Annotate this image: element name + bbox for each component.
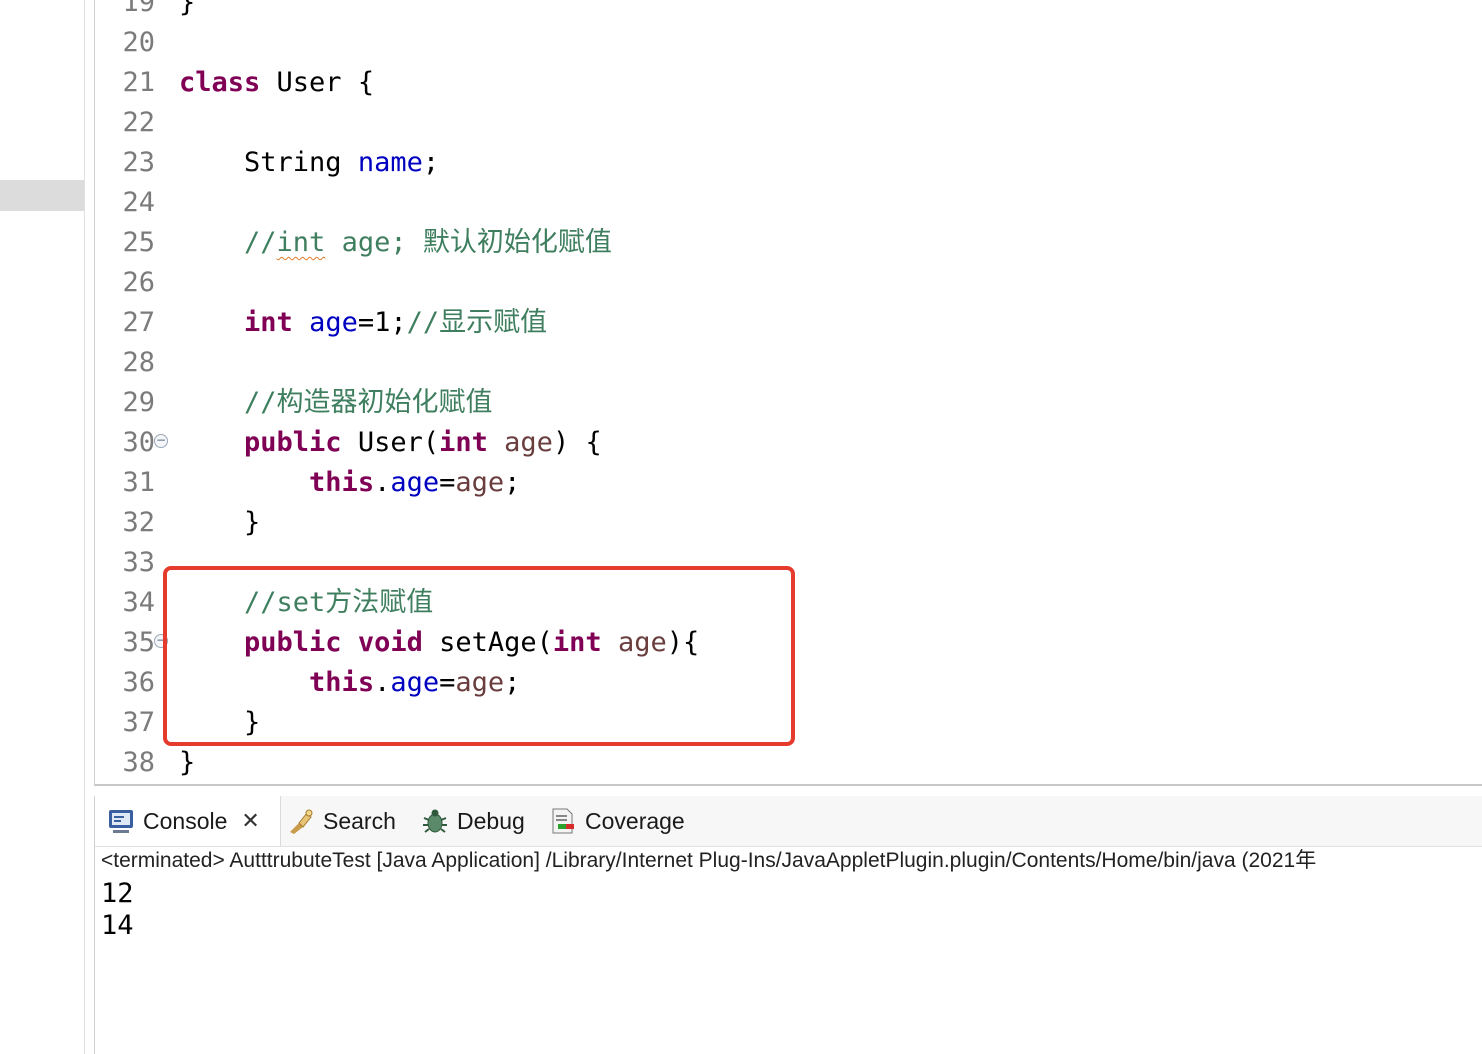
code-token: age [455,467,505,498]
code-token: } [179,747,196,778]
fold-collapse-icon[interactable]: − [154,434,168,448]
line-number: 29 [122,387,155,418]
line-number: 26 [122,267,155,298]
line-number: 31 [122,467,155,498]
code-token: name [357,147,423,178]
console-status-line: <terminated> AutttrubuteTest [Java Appli… [101,849,1317,872]
code-token: ; [422,147,440,178]
code-token: this [309,467,375,498]
line-number: 21 [122,67,155,98]
selected-tree-row[interactable] [0,180,84,211]
line-number: 32 [122,507,155,538]
code-text: //构造器初始化赋值 [179,383,493,423]
package-explorer-panel [0,0,85,1054]
tab-coverage[interactable]: Coverage [549,796,685,846]
code-text: public User(int age) { [179,423,602,463]
code-line[interactable]: 20 [95,23,1482,63]
code-text: //int age; 默认初始化赋值 [179,223,612,263]
code-token: age [309,307,358,338]
close-icon[interactable]: ✕ [241,808,259,834]
line-number: 28 [122,347,155,378]
line-number: 19 [122,0,155,18]
code-text: } [179,743,195,783]
code-text: } [179,0,195,23]
code-text: String name; [179,143,439,183]
search-icon [287,807,315,835]
line-number: 38 [122,747,155,778]
code-line[interactable]: 24 [95,183,1482,223]
line-number: 30 [122,427,155,458]
code-token: int [244,307,293,338]
code-line[interactable]: 32 } [95,503,1482,543]
code-line[interactable]: 28 [95,343,1482,383]
line-number: 25 [122,227,155,258]
console-view: Console ✕ Search Debug Coverage <termina… [94,796,1482,1054]
code-line[interactable]: 27 int age=1;//显示赋值 [95,303,1482,343]
code-token: int [439,427,488,458]
line-number: 34 [122,587,155,618]
code-line[interactable]: 22 [95,103,1482,143]
code-line[interactable]: 31 this.age=age; [95,463,1482,503]
highlight-annotation-box [163,566,795,746]
line-number: 23 [122,147,155,178]
code-token: . [374,467,391,498]
code-line[interactable]: 26 [95,263,1482,303]
code-token: ) { [552,427,602,458]
code-text: } [179,503,260,543]
tab-search[interactable]: Search [287,796,396,846]
code-token: //显示赋值 [406,307,548,338]
code-line[interactable]: 29 //构造器初始化赋值 [95,383,1482,423]
code-line[interactable]: 30− public User(int age) { [95,423,1482,463]
tab-debug-label: Debug [457,807,525,834]
code-text: class User { [179,63,374,103]
code-token: User( [341,427,440,458]
line-number: 27 [122,307,155,338]
code-token: age [504,427,553,458]
view-tab-bar: Console ✕ Search Debug Coverage [95,796,1482,847]
code-token: int [276,227,326,258]
code-line[interactable]: 21 class User { [95,63,1482,103]
tab-coverage-label: Coverage [585,807,685,834]
line-number: 33 [122,547,155,578]
line-number: 24 [122,187,155,218]
code-token: ; [504,467,521,498]
code-token: // [179,227,277,258]
code-text: int age=1;//显示赋值 [179,303,547,343]
code-token: = [439,467,456,498]
code-token: String [179,147,358,178]
console-icon [107,807,135,835]
console-output-line: 12 [101,878,134,909]
code-token: class [179,67,261,98]
code-token: //构造器初始化赋值 [179,387,493,418]
code-token: } [179,507,261,538]
line-number: 36 [122,667,155,698]
tab-debug[interactable]: Debug [421,796,525,846]
code-token: User { [260,67,375,98]
code-token: } [179,0,196,18]
code-token: age; 默认初始化赋值 [325,227,612,258]
code-line[interactable]: 25 //int age; 默认初始化赋值 [95,223,1482,263]
debug-bug-icon [421,807,449,835]
code-token: =1; [357,307,407,338]
code-token: age [390,467,440,498]
tab-console[interactable]: Console ✕ [95,796,281,846]
code-line[interactable]: 38} [95,743,1482,783]
tab-console-label: Console [143,807,228,834]
line-number: 37 [122,707,155,738]
console-output-line: 14 [101,910,134,941]
code-text: this.age=age; [179,463,520,503]
code-line[interactable]: 19} [95,0,1482,23]
line-number: 35 [122,627,155,658]
line-number: 20 [122,27,155,58]
code-token: public [244,427,342,458]
tab-search-label: Search [323,807,396,834]
code-line[interactable]: 23 String name; [95,143,1482,183]
coverage-icon [549,807,577,835]
line-number: 22 [122,107,155,138]
